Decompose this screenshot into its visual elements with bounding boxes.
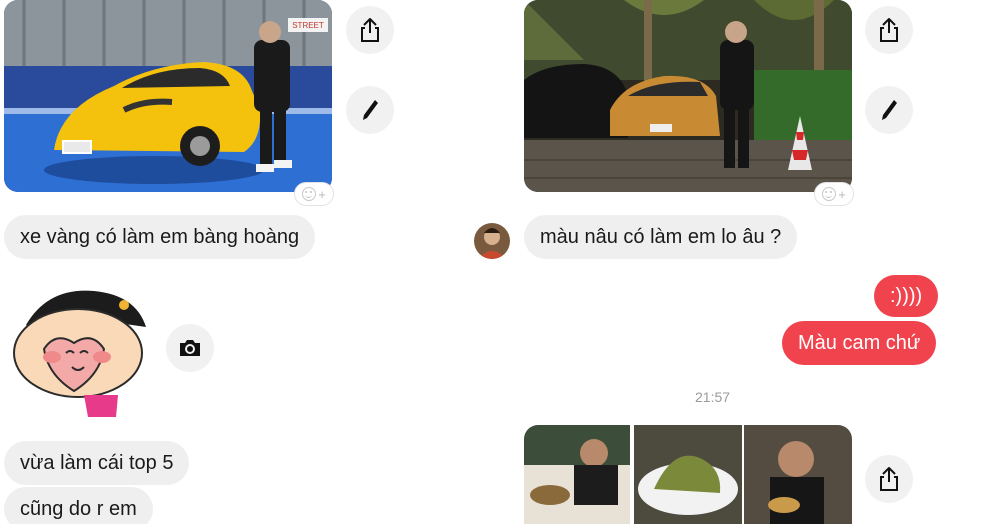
left-chat-pane: STREET + xe vàng có làm em bàng hoàng vừ… — [0, 0, 470, 524]
message-text: màu nâu có làm em lo âu ? — [540, 225, 782, 248]
message-bubble[interactable]: xe vàng có làm em bàng hoàng — [4, 215, 316, 259]
message-text: Màu cam chứ — [798, 331, 921, 354]
smiley-icon — [302, 187, 317, 201]
pencil-icon — [882, 100, 897, 120]
share-button[interactable] — [346, 6, 394, 54]
orange-car-photo-art — [524, 0, 852, 192]
pencil-icon — [363, 100, 378, 120]
message-bubble[interactable]: cũng do r em — [4, 487, 153, 524]
shared-photo-album[interactable] — [524, 425, 852, 524]
share-icon — [361, 18, 379, 42]
right-chat-pane: + màu nâu có làm em lo âu ? :)))) Màu ca… — [470, 0, 1000, 524]
share-button[interactable] — [865, 6, 913, 54]
edit-button[interactable] — [865, 86, 913, 134]
share-icon — [880, 467, 898, 491]
message-text: vừa làm cái top 5 — [20, 451, 174, 474]
sticker-art — [13, 290, 146, 417]
camera-button[interactable] — [166, 324, 214, 372]
message-timestamp: 21:57 — [695, 389, 731, 405]
message-text: cũng do r em — [20, 497, 137, 520]
avatar-photo — [474, 223, 510, 259]
add-reaction-button[interactable]: + — [294, 182, 334, 206]
share-icon — [880, 18, 898, 42]
camera-icon — [180, 340, 200, 356]
shared-photo-orange-car[interactable] — [524, 0, 852, 192]
edit-button[interactable] — [346, 86, 394, 134]
street-sign-text: STREET — [292, 21, 324, 30]
add-reaction-button[interactable]: + — [814, 182, 854, 206]
smiley-icon — [822, 187, 837, 201]
food-photos-art — [524, 425, 852, 524]
heart-hands-sticker[interactable] — [8, 283, 153, 421]
shared-photo-yellow-car[interactable]: STREET — [4, 0, 332, 192]
sent-message-bubble[interactable]: Màu cam chứ — [782, 321, 937, 365]
message-bubble[interactable]: màu nâu có làm em lo âu ? — [524, 215, 798, 259]
message-text: xe vàng có làm em bàng hoàng — [20, 225, 300, 248]
share-button[interactable] — [865, 455, 913, 503]
sent-message-bubble[interactable]: :)))) — [874, 275, 939, 317]
message-text: :)))) — [890, 284, 923, 307]
message-bubble[interactable]: vừa làm cái top 5 — [4, 441, 190, 485]
yellow-car-photo-art: STREET — [4, 0, 332, 192]
avatar[interactable] — [474, 223, 510, 259]
